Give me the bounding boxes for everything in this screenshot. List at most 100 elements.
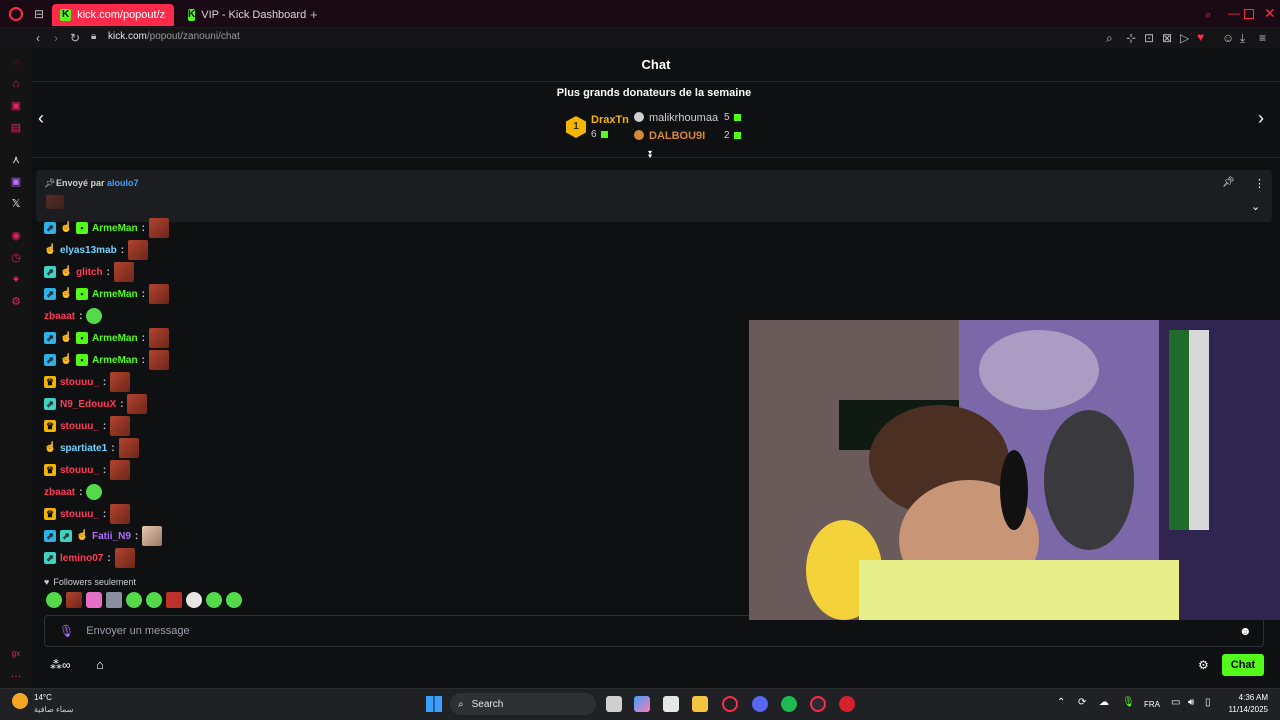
emote-sword-icon[interactable] [86, 592, 102, 608]
chat-username[interactable]: stouuu_ [60, 509, 99, 520]
chat-username[interactable]: N9_EdouuX [60, 399, 116, 410]
emote-face-icon[interactable] [66, 592, 82, 608]
language-indicator[interactable]: FRA [1144, 700, 1160, 709]
clock-date[interactable]: 11/14/2025 [1222, 705, 1268, 714]
url-field[interactable]: kick.com/popout/zanouni/chat [108, 31, 240, 42]
tray-chevron-icon[interactable]: ⌃ [1057, 697, 1065, 708]
close-window-icon[interactable]: ✕ [1264, 5, 1276, 22]
maximize-icon[interactable] [1244, 9, 1254, 19]
emote-wheel-icon[interactable] [186, 592, 202, 608]
tab-kick-popout[interactable]: K kick.com/popout/zanouni [52, 4, 174, 26]
rank1-name[interactable]: DraxTn [591, 114, 629, 126]
chat-username[interactable]: stouuu_ [60, 377, 99, 388]
chat-username[interactable]: zbaaat [44, 487, 75, 498]
leaderboard-next-icon[interactable]: › [1258, 108, 1264, 129]
player-icon[interactable]: ◉ [10, 230, 22, 242]
volume-icon[interactable]: 🔊︎ [1188, 697, 1194, 708]
forward-icon[interactable]: › [54, 31, 58, 45]
expand-icon[interactable]: ⌄ [1251, 200, 1260, 213]
scroll-down-icon[interactable]: ⏬︎ [648, 150, 653, 161]
messenger-icon[interactable]: ▣ [10, 100, 22, 112]
snapshot-icon[interactable]: ⊡ [1144, 31, 1154, 45]
emote-cross-icon[interactable] [126, 592, 142, 608]
gx-icon[interactable]: gx [10, 648, 22, 660]
more-icon[interactable]: … [10, 668, 22, 680]
emote-smile-icon[interactable] [46, 592, 62, 608]
bag-icon[interactable]: ⌂ [10, 78, 22, 90]
chat-username[interactable]: spartiate1 [60, 443, 107, 454]
leaderboard-prev-icon[interactable]: ‹ [38, 108, 44, 129]
chat-username[interactable]: stouuu_ [60, 465, 99, 476]
chat-username[interactable]: ArmeMan [92, 355, 138, 366]
copilot-icon[interactable] [634, 696, 650, 712]
download-icon[interactable]: ⤓ [1240, 31, 1245, 46]
emoji-picker-icon[interactable]: ☻ [1239, 624, 1252, 638]
emote-man-icon[interactable] [106, 592, 122, 608]
vpn-icon[interactable]: ⊠ [1162, 31, 1172, 45]
battery-icon[interactable]: ▯ [1205, 697, 1211, 708]
chat-settings-icon[interactable]: ⚙ [1198, 658, 1209, 672]
new-tab-button[interactable]: + [310, 7, 318, 22]
chat-username[interactable]: zbaaat [44, 311, 75, 322]
taskbar-search[interactable]: ⌕ Search [450, 693, 596, 715]
reader-icon[interactable]: ▷ [1180, 31, 1189, 45]
opera-gx-icon[interactable] [810, 696, 826, 712]
onedrive-icon[interactable]: ☁ [1099, 697, 1109, 708]
chat-username[interactable]: ArmeMan [92, 223, 138, 234]
chat-username[interactable]: Fatii_N9 [92, 531, 131, 542]
pinned-user[interactable]: aloulo7 [107, 178, 139, 188]
x-icon[interactable]: 𝕏 [10, 198, 22, 210]
clock-time[interactable]: 4:36 AM [1226, 693, 1268, 702]
app-red-icon[interactable] [839, 696, 855, 712]
network-icon[interactable]: ▭ [1171, 697, 1180, 708]
mic-icon[interactable]: 🎙︎ [59, 624, 74, 638]
chat-username[interactable]: lemino07 [60, 553, 103, 564]
back-icon[interactable]: ‹ [36, 31, 40, 45]
reload-icon[interactable]: ↻ [70, 31, 80, 45]
chat-username[interactable]: elyas13mab [60, 245, 117, 256]
heart-icon[interactable]: ♥ [1197, 30, 1204, 44]
chat-username[interactable]: glitch [76, 267, 103, 278]
profile-icon[interactable]: ☺ [1222, 31, 1234, 45]
emote-smile2-icon[interactable] [226, 592, 242, 608]
unpin-icon[interactable]: 📌︎ [1222, 177, 1235, 188]
aria-icon[interactable]: ◌ [10, 56, 22, 68]
chat-username[interactable]: ArmeMan [92, 333, 138, 344]
opera-logo-icon[interactable] [9, 7, 23, 21]
tab-manager-icon[interactable]: ⊟ [34, 7, 44, 21]
rank2-name[interactable]: malikrhoumaa [649, 112, 718, 124]
kick-side-icon[interactable]: ⋏ [10, 154, 22, 166]
start-icon[interactable] [426, 696, 442, 712]
opera-taskbar-icon[interactable] [722, 696, 738, 712]
pin-icon[interactable]: ⊹ [1126, 31, 1136, 45]
menu-icon[interactable]: ≡ [1259, 31, 1266, 45]
zoom-icon[interactable]: ⌕ [1106, 31, 1113, 46]
send-chat-button[interactable]: Chat [1222, 654, 1264, 676]
tray-app-icon[interactable]: ⟳ [1078, 697, 1086, 708]
kicks-icon[interactable]: ⁂∞ [50, 658, 71, 672]
file-explorer-icon[interactable] [692, 696, 708, 712]
emote-grin-icon[interactable] [206, 592, 222, 608]
chat-username[interactable]: stouuu_ [60, 421, 99, 432]
mic-tray-icon[interactable]: 🎙︎ [1122, 697, 1135, 708]
more-options-icon[interactable]: ⋮ [1254, 177, 1265, 190]
store-app-icon[interactable] [663, 696, 679, 712]
extensions-icon[interactable]: ✦ [10, 274, 22, 286]
news-icon[interactable]: ▤ [10, 122, 22, 134]
chat-emote [148, 328, 169, 348]
history-icon[interactable]: ◷ [10, 252, 22, 264]
minimize-icon[interactable]: — [1228, 6, 1240, 20]
search-tabs-icon[interactable]: ⌕ [1205, 9, 1211, 22]
chat-username[interactable]: ArmeMan [92, 289, 138, 300]
spotify-icon[interactable] [781, 696, 797, 712]
weather-icon[interactable] [12, 693, 28, 709]
tab-kick-dashboard[interactable]: K VIP - Kick Dashboard [180, 4, 306, 26]
twitch-icon[interactable]: ▣ [10, 176, 22, 188]
rank3-name[interactable]: DALBOU9I [649, 130, 705, 142]
settings-icon[interactable]: ⚙ [10, 296, 22, 308]
emote-angry-icon[interactable] [166, 592, 182, 608]
store-icon[interactable]: ⌂ [96, 657, 104, 672]
emote-robot-icon[interactable] [146, 592, 162, 608]
task-view-icon[interactable] [606, 696, 622, 712]
discord-icon[interactable] [752, 696, 768, 712]
